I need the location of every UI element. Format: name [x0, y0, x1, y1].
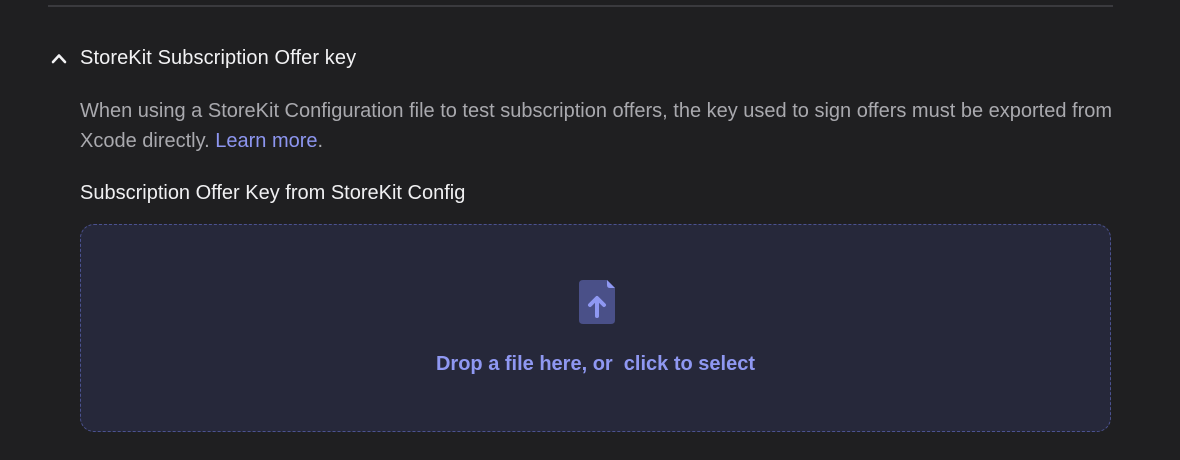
field-label: Subscription Offer Key from StoreKit Con…	[80, 182, 466, 204]
page: StoreKit Subscription Offer key When usi…	[0, 0, 1180, 460]
description-suffix: .	[317, 130, 324, 152]
learn-more-link[interactable]: Learn more	[215, 130, 317, 152]
section-title: StoreKit Subscription Offer key	[80, 46, 357, 69]
file-upload-icon	[577, 278, 617, 326]
section-toggle[interactable]: StoreKit Subscription Offer key	[48, 42, 356, 74]
section-divider	[48, 5, 1113, 7]
dropzone-text[interactable]: Drop a file here, or click to select	[81, 353, 1110, 376]
file-dropzone[interactable]: Drop a file here, or click to select	[80, 224, 1111, 432]
chevron-up-icon[interactable]	[48, 47, 70, 69]
section-description: When using a StoreKit Configuration file…	[80, 96, 1120, 156]
